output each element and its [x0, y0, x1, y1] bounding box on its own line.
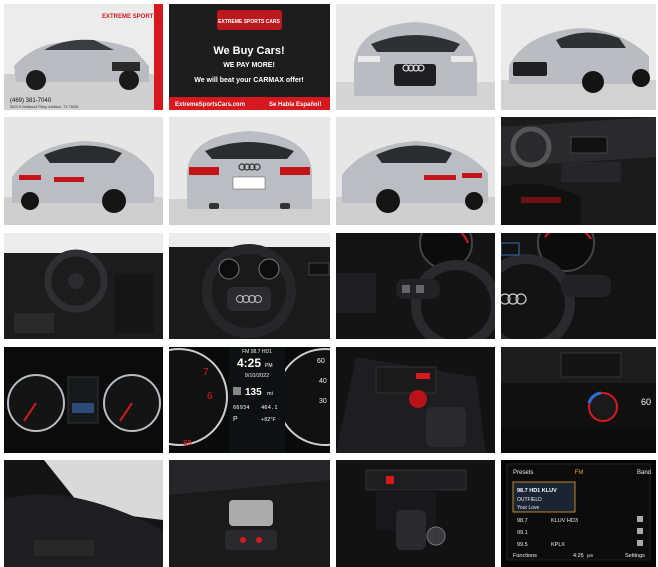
cluster-trip: 464.1: [261, 405, 278, 411]
photo-center-console[interactable]: [336, 460, 495, 567]
cluster-gear: P: [233, 416, 238, 423]
cluster-time-suffix: PM: [265, 363, 273, 369]
radio-song: Your Love: [517, 505, 540, 511]
radio-list-freq: 99.5: [517, 542, 528, 548]
dealer-logo: EXTREME SPORTS CARS: [102, 14, 163, 20]
photo-steering-wheel[interactable]: [169, 233, 330, 339]
photo-front-three-quarter-with-logo[interactable]: EXTREME SPORTS CARS (469) 381-7040 5020 …: [4, 4, 163, 110]
photo-cluster-display-closeup[interactable]: 7 6 60 40 30 FM 98.7 HD1 4:25 PM 9/10/20…: [169, 347, 330, 453]
radio-list-freq: 99.1: [517, 530, 528, 536]
s5-badge: S5: [183, 440, 192, 447]
photo-rear-view[interactable]: [169, 117, 330, 225]
photo-instrument-cluster[interactable]: [4, 347, 163, 453]
fuel-pump-icon: [233, 387, 241, 395]
photo-interior-driver-side[interactable]: [4, 233, 163, 339]
photo-climate-controls[interactable]: 60: [501, 347, 656, 453]
promo-line3: We will beat your CARMAX offer!: [194, 77, 304, 84]
radio-list-name: KLUV HD3: [551, 518, 578, 524]
radio-footer-time: 4:26: [573, 553, 584, 559]
photo-gear-shifter-closeup[interactable]: [336, 347, 495, 453]
climate-temp: 60: [641, 397, 651, 407]
photo-wheel-controls-right[interactable]: [501, 233, 656, 339]
promo-logo-text: EXTREME SPORTS CARS: [218, 19, 280, 25]
photo-rear-three-quarter-left[interactable]: [4, 117, 163, 225]
svg-text:40: 40: [319, 378, 327, 385]
radio-station-main: 98.7 HD1 KLUV: [517, 488, 557, 494]
radio-presets-label: Presets: [513, 470, 533, 476]
cluster-temp: +82°F: [261, 417, 277, 423]
svg-text:30: 30: [319, 398, 327, 405]
photo-interior-dashboard[interactable]: [501, 117, 656, 225]
promo-website: ExtremeSportsCars.com: [175, 102, 245, 108]
radio-functions-label: Functions: [513, 553, 537, 559]
signal-icon: [637, 540, 643, 546]
promo-headline: We Buy Cars!: [213, 45, 284, 57]
signal-icon: [637, 528, 643, 534]
radio-band-label: Band: [637, 470, 651, 476]
radio-footer-time-suffix: pm: [587, 553, 594, 558]
photo-overhead-console[interactable]: [169, 460, 330, 567]
cluster-date: 9/10/2022: [245, 373, 269, 379]
cluster-time: 4:25: [237, 356, 261, 370]
photo-gallery-grid: EXTREME SPORTS CARS (469) 381-7040 5020 …: [0, 0, 658, 567]
photo-sunroof[interactable]: [4, 460, 163, 567]
svg-text:60: 60: [317, 358, 325, 365]
radio-artist: OUTFIELD: [517, 497, 542, 503]
photo-front-three-quarter-right[interactable]: [501, 4, 656, 110]
svg-text:6: 6: [207, 391, 213, 402]
photo-front-view[interactable]: [336, 4, 495, 110]
signal-icon: [637, 516, 643, 522]
radio-settings-label: Settings: [625, 553, 645, 559]
svg-text:7: 7: [203, 367, 209, 378]
radio-list-freq: 98.7: [517, 518, 528, 524]
cluster-range-unit: mi: [267, 391, 273, 397]
photo-radio-display[interactable]: Presets FM Band 98.7 HD1 KLUV OUTFIELD Y…: [501, 460, 656, 567]
dealer-address: 5020 E Beltwood Pkwy, Addison, TX 75001: [10, 105, 79, 109]
promo-line2: WE PAY MORE!: [223, 62, 275, 69]
photo-wheel-controls-left[interactable]: [336, 233, 495, 339]
radio-list-name: KPLX: [551, 542, 565, 548]
cluster-range: 135: [245, 387, 262, 398]
cluster-station: FM 98.7 HD1: [242, 349, 272, 355]
photo-rear-three-quarter-right[interactable]: [336, 117, 495, 225]
photo-promo-banner[interactable]: EXTREME SPORTS CARS We Buy Cars! WE PAY …: [169, 4, 330, 110]
promo-spanish: Se Habla Español!: [269, 102, 321, 108]
dealer-phone: (469) 381-7040: [10, 98, 52, 104]
cluster-odometer: 66934: [233, 405, 250, 411]
radio-band-current: FM: [575, 470, 584, 476]
